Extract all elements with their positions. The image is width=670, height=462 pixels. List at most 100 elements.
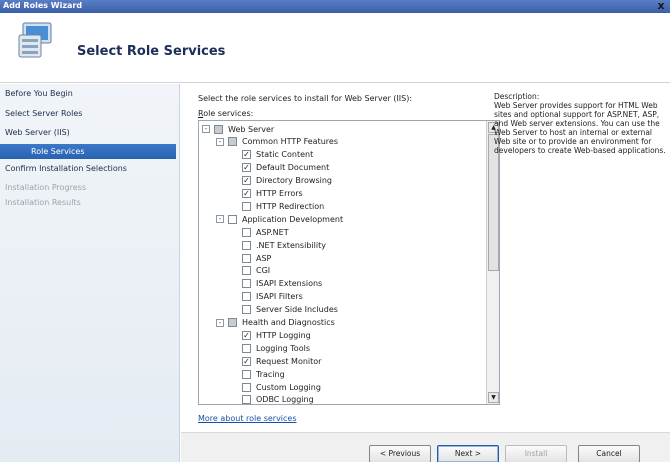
tree-node-label: Health and Diagnostics [242,318,335,327]
tree-node-label: Custom Logging [256,382,321,392]
tree-node-label: ASP [256,253,272,263]
tree-node[interactable]: ISAPI Filters [242,291,303,303]
tree-node[interactable]: Logging Tools [242,342,310,354]
description-body: Web Server provides support for HTML Web… [494,101,666,155]
tree-node-label: HTTP Redirection [256,201,325,211]
description-heading: Description: [494,92,540,101]
step-select-server-roles[interactable]: Select Server Roles [5,109,82,118]
tree-node[interactable]: ✓ HTTP Logging [242,329,311,341]
tree-node-label: ASP.NET [256,227,289,237]
tree-checkbox[interactable]: ✓ [242,163,251,173]
tree-node[interactable]: - Health and Diagnostics [216,317,335,329]
role-services-tree[interactable]: ODBC Logging Custom Logging Tracing ✓ Reques… [198,120,500,405]
tree-node[interactable]: ASP [242,252,271,264]
wizard-footer: < Previous Next > Install Cancel [181,432,670,462]
wizard-header: Select Role Services [0,13,670,83]
step-installation-progress: Installation Progress [5,183,86,192]
step-before-you-begin[interactable]: Before You Begin [5,89,73,98]
tree-checkbox[interactable]: ✓ [242,176,251,186]
main-content: Select the role services to install for … [181,84,670,432]
tree-checkbox[interactable]: ✓ [242,189,251,198]
tree-node-label: Tracing [256,369,285,379]
tree-node-label: HTTP Errors [256,189,303,198]
tree-checkbox[interactable] [242,201,251,211]
tree-checkbox[interactable] [242,227,251,237]
wizard-steps: Before You Begin Select Server Roles Web… [0,84,180,462]
tree-node[interactable]: ✓ Default Document [242,162,329,174]
tree-checkbox[interactable] [242,253,251,263]
tree-checkbox[interactable] [242,305,251,315]
tree-node-label: HTTP Logging [256,330,311,340]
close-icon[interactable]: x [655,0,667,12]
scroll-down-icon[interactable]: ▼ [488,392,499,403]
tree-node[interactable]: - Web Server [202,123,274,135]
window-title: Add Roles Wizard [3,1,83,10]
tree-node[interactable]: CGI [242,265,270,277]
tree-node[interactable]: ✓ HTTP Errors [242,188,303,200]
tree-node-label: Logging Tools [256,343,310,353]
install-button: Install [505,445,567,462]
tree-node-label: Application Development [242,214,344,224]
title-bar: Add Roles Wizard x [0,0,670,13]
tree-checkbox[interactable] [228,214,237,224]
tree-node-label: Directory Browsing [256,176,332,186]
step-role-services[interactable]: Role Services [0,144,176,159]
tree-node-label: Server Side Includes [256,305,338,315]
cancel-button[interactable]: Cancel [578,445,640,462]
description-panel: Description: Web Server provides support… [494,92,666,155]
tree-scrollbar[interactable]: ▲ ▼ [486,121,499,404]
more-about-role-services-link[interactable]: More about role services [198,414,297,423]
tree-node[interactable]: - Application Development [216,213,343,225]
collapse-icon[interactable]: - [216,318,224,327]
tree-checkbox[interactable] [228,318,237,327]
tree-node[interactable]: ✓ Request Monitor [242,355,321,367]
tree-node[interactable]: Server Side Includes [242,304,338,316]
tree-node-label: ISAPI Extensions [256,279,323,289]
tree-node[interactable]: ODBC Logging [242,394,314,405]
collapse-icon[interactable]: - [216,137,224,146]
tree-node-label: Common HTTP Features [242,137,338,147]
next-button[interactable]: Next > [437,445,499,462]
role-services-label: Role services: [198,109,253,118]
tree-node-label: Static Content [256,150,314,160]
step-installation-results: Installation Results [5,198,81,207]
collapse-icon[interactable]: - [202,125,210,133]
tree-checkbox[interactable] [242,266,251,276]
page-title: Select Role Services [77,44,226,59]
tree-node[interactable]: ✓ Directory Browsing [242,175,332,187]
collapse-icon[interactable]: - [216,215,224,224]
step-web-server-iis[interactable]: Web Server (IIS) [5,128,70,137]
tree-checkbox[interactable] [242,279,251,289]
tree-checkbox[interactable] [242,382,251,392]
tree-checkbox[interactable] [242,395,251,404]
tree-node-label: ODBC Logging [256,395,314,405]
tree-node[interactable]: HTTP Redirection [242,200,324,212]
tree-checkbox[interactable] [242,292,251,302]
tree-checkbox[interactable] [242,343,251,353]
previous-button[interactable]: < Previous [369,445,431,462]
tree-node-label: Request Monitor [256,356,322,366]
tree-checkbox[interactable] [242,369,251,379]
tree-node[interactable]: Custom Logging [242,381,321,393]
tree-node[interactable]: ✓ Static Content [242,149,313,161]
tree-node-label: CGI [256,266,271,276]
server-roles-icon [18,22,52,58]
tree-node[interactable]: ISAPI Extensions [242,278,322,290]
tree-node-label: .NET Extensibility [256,240,326,250]
instruction-text: Select the role services to install for … [198,94,413,103]
tree-checkbox[interactable] [214,124,223,134]
tree-checkbox[interactable]: ✓ [242,150,251,160]
tree-node[interactable]: ASP.NET [242,226,289,238]
tree-node-label: Default Document [256,163,330,173]
tree-checkbox[interactable]: ✓ [242,330,251,340]
tree-node[interactable]: .NET Extensibility [242,239,326,251]
tree-checkbox[interactable]: ✓ [242,356,251,366]
tree-node[interactable]: Tracing [242,368,285,380]
tree-checkbox[interactable] [242,240,251,250]
step-confirm-installation[interactable]: Confirm Installation Selections [5,164,127,173]
tree-node-label: ISAPI Filters [256,292,303,302]
tree-node[interactable]: - Common HTTP Features [216,136,338,148]
tree-checkbox[interactable] [228,137,237,147]
tree-node-label: Web Server [228,124,275,134]
role-services-label-rest: ole services: [203,109,254,118]
